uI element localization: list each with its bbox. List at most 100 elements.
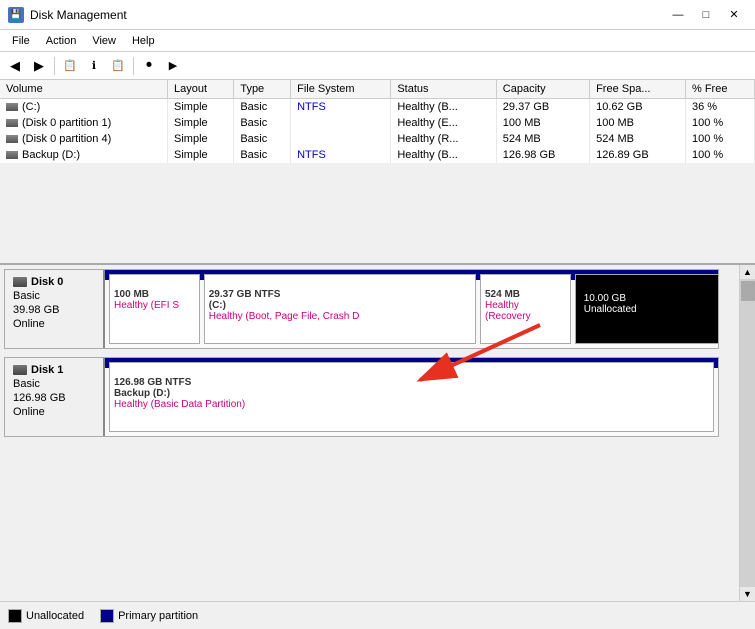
volume-list[interactable]: Volume Layout Type File System Status Ca… bbox=[0, 80, 755, 265]
partition-size-0-1: 29.37 GB NTFS bbox=[209, 289, 471, 300]
cell-layout: Simple bbox=[168, 147, 234, 163]
toolbar-btn-3[interactable]: 📋 bbox=[107, 55, 129, 77]
cell-layout: Simple bbox=[168, 115, 234, 131]
partition-size-0-2: 524 MB bbox=[485, 289, 566, 300]
disk-row-0: Disk 0 Basic 39.98 GB Online 100 MB Heal… bbox=[4, 269, 719, 349]
partition-0-2[interactable]: 524 MB Healthy (Recovery bbox=[480, 274, 571, 344]
cell-capacity: 100 MB bbox=[496, 115, 589, 131]
scroll-thumb[interactable] bbox=[741, 281, 755, 301]
cell-capacity: 126.98 GB bbox=[496, 147, 589, 163]
disk-type-1: Basic bbox=[13, 378, 95, 390]
window-controls: — □ ✕ bbox=[665, 6, 747, 24]
cell-filesystem: NTFS bbox=[291, 147, 391, 163]
toolbar: ◀ ▶ 📋 ℹ 📋 ⏺ ▶ bbox=[0, 52, 755, 80]
disk-status-1: Online bbox=[13, 406, 95, 418]
partition-status-0-0: Healthy (EFI S bbox=[114, 300, 195, 311]
cell-filesystem bbox=[291, 131, 391, 147]
disk-name-1: Disk 1 bbox=[13, 364, 95, 376]
legend-primary-box bbox=[100, 609, 114, 623]
toolbar-separator-1 bbox=[54, 57, 55, 75]
disk-size-0: 39.98 GB bbox=[13, 304, 95, 316]
partition-0-1[interactable]: 29.37 GB NTFS (C:) Healthy (Boot, Page F… bbox=[204, 274, 476, 344]
menu-file[interactable]: File bbox=[4, 33, 38, 49]
legend-primary-label: Primary partition bbox=[118, 610, 198, 622]
col-pctfree[interactable]: % Free bbox=[685, 80, 754, 99]
disk-partitions-1: 126.98 GB NTFS Backup (D:) Healthy (Basi… bbox=[105, 358, 718, 436]
forward-button[interactable]: ▶ bbox=[28, 55, 50, 77]
maximize-button[interactable]: □ bbox=[693, 6, 719, 24]
col-layout[interactable]: Layout bbox=[168, 80, 234, 99]
col-status[interactable]: Status bbox=[391, 80, 496, 99]
disk-size-1: 126.98 GB bbox=[13, 392, 95, 404]
table-row[interactable]: Backup (D:) Simple Basic NTFS Healthy (B… bbox=[0, 147, 755, 163]
partition-unallocated-0-3[interactable]: 10.00 GBUnallocated bbox=[575, 274, 718, 344]
toolbar-btn-4[interactable]: ⏺ bbox=[138, 55, 160, 77]
cell-capacity: 524 MB bbox=[496, 131, 589, 147]
toolbar-btn-1[interactable]: 📋 bbox=[59, 55, 81, 77]
cell-status: Healthy (B... bbox=[391, 99, 496, 116]
unallocated-label-0-3: 10.00 GBUnallocated bbox=[580, 289, 718, 319]
main-content: Volume Layout Type File System Status Ca… bbox=[0, 80, 755, 601]
cell-filesystem bbox=[291, 115, 391, 131]
back-button[interactable]: ◀ bbox=[4, 55, 26, 77]
cell-free: 524 MB bbox=[590, 131, 686, 147]
status-bar: Unallocated Primary partition bbox=[0, 601, 755, 629]
cell-capacity: 29.37 GB bbox=[496, 99, 589, 116]
menu-help[interactable]: Help bbox=[124, 33, 163, 49]
col-volume[interactable]: Volume bbox=[0, 80, 168, 99]
table-row[interactable]: (C:) Simple Basic NTFS Healthy (B... 29.… bbox=[0, 99, 755, 116]
legend-unallocated: Unallocated bbox=[8, 609, 84, 623]
legend-primary: Primary partition bbox=[100, 609, 198, 623]
cell-status: Healthy (E... bbox=[391, 115, 496, 131]
scroll-down-button[interactable]: ▼ bbox=[741, 587, 754, 601]
cell-type: Basic bbox=[234, 147, 291, 163]
cell-layout: Simple bbox=[168, 99, 234, 116]
cell-volume: (Disk 0 partition 1) bbox=[0, 115, 168, 131]
partition-1-0[interactable]: 126.98 GB NTFS Backup (D:) Healthy (Basi… bbox=[109, 362, 714, 432]
disk-partitions-0: 100 MB Healthy (EFI S 29.37 GB NTFS (C:)… bbox=[105, 270, 718, 348]
legend-unallocated-label: Unallocated bbox=[26, 610, 84, 622]
cell-pctfree: 100 % bbox=[685, 131, 754, 147]
table-row[interactable]: (Disk 0 partition 1) Simple Basic Health… bbox=[0, 115, 755, 131]
partition-size-1-0: 126.98 GB NTFS bbox=[114, 377, 709, 388]
menu-bar: File Action View Help bbox=[0, 30, 755, 52]
partition-label-1-0: Backup (D:) bbox=[114, 388, 709, 399]
table-header-row: Volume Layout Type File System Status Ca… bbox=[0, 80, 755, 99]
cell-free: 10.62 GB bbox=[590, 99, 686, 116]
minimize-button[interactable]: — bbox=[665, 6, 691, 24]
disk-status-0: Online bbox=[13, 318, 95, 330]
menu-action[interactable]: Action bbox=[38, 33, 85, 49]
volume-table: Volume Layout Type File System Status Ca… bbox=[0, 80, 755, 163]
col-type[interactable]: Type bbox=[234, 80, 291, 99]
cell-status: Healthy (R... bbox=[391, 131, 496, 147]
cell-type: Basic bbox=[234, 99, 291, 116]
scroll-track bbox=[740, 279, 755, 587]
toolbar-btn-2[interactable]: ℹ bbox=[83, 55, 105, 77]
legend-unallocated-box bbox=[8, 609, 22, 623]
partition-status-0-1: Healthy (Boot, Page File, Crash D bbox=[209, 311, 471, 322]
partition-size-0-0: 100 MB bbox=[114, 289, 195, 300]
scroll-up-button[interactable]: ▲ bbox=[741, 265, 754, 279]
partition-status-0-2: Healthy (Recovery bbox=[485, 300, 566, 322]
cell-type: Basic bbox=[234, 115, 291, 131]
toolbar-btn-5[interactable]: ▶ bbox=[162, 55, 184, 77]
col-filesystem[interactable]: File System bbox=[291, 80, 391, 99]
disk-view-wrapper: Disk 0 Basic 39.98 GB Online 100 MB Heal… bbox=[0, 265, 755, 601]
cell-free: 100 MB bbox=[590, 115, 686, 131]
col-capacity[interactable]: Capacity bbox=[496, 80, 589, 99]
table-row[interactable]: (Disk 0 partition 4) Simple Basic Health… bbox=[0, 131, 755, 147]
cell-volume: Backup (D:) bbox=[0, 147, 168, 163]
partition-0-0[interactable]: 100 MB Healthy (EFI S bbox=[109, 274, 200, 344]
disk-info-1: Disk 1 Basic 126.98 GB Online bbox=[5, 358, 105, 436]
disk-type-0: Basic bbox=[13, 290, 95, 302]
close-button[interactable]: ✕ bbox=[721, 6, 747, 24]
partition-status-1-0: Healthy (Basic Data Partition) bbox=[114, 399, 709, 410]
cell-layout: Simple bbox=[168, 131, 234, 147]
disk-view-main[interactable]: Disk 0 Basic 39.98 GB Online 100 MB Heal… bbox=[0, 265, 739, 601]
disk-row-1: Disk 1 Basic 126.98 GB Online 126.98 GB … bbox=[4, 357, 719, 437]
cell-pctfree: 36 % bbox=[685, 99, 754, 116]
cell-free: 126.89 GB bbox=[590, 147, 686, 163]
col-free[interactable]: Free Spa... bbox=[590, 80, 686, 99]
menu-view[interactable]: View bbox=[84, 33, 124, 49]
window-title: Disk Management bbox=[30, 8, 127, 22]
